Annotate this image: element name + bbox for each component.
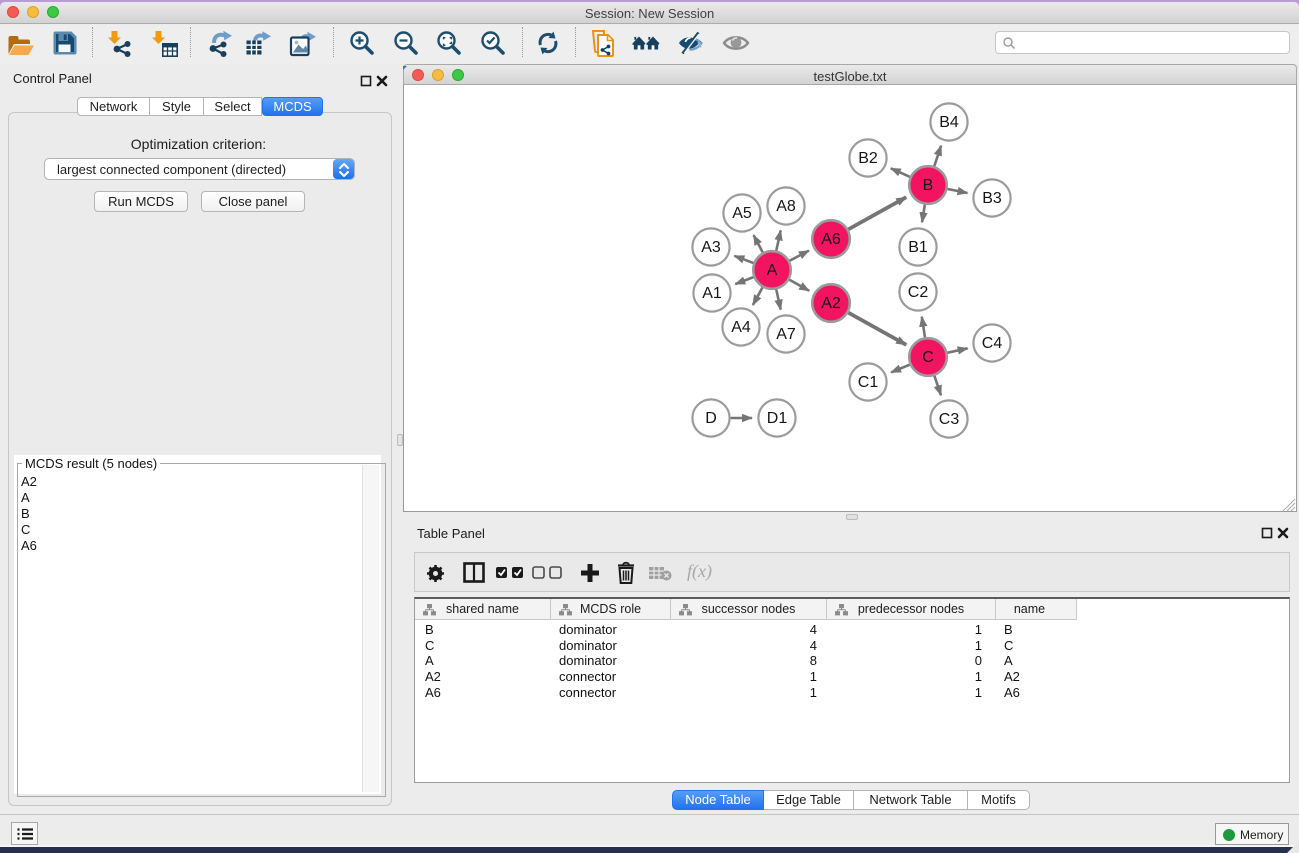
svg-text:B2: B2 bbox=[858, 150, 878, 167]
svg-text:B3: B3 bbox=[982, 190, 1002, 207]
svg-text:B: B bbox=[922, 177, 933, 194]
svg-text:A1: A1 bbox=[702, 285, 722, 302]
svg-text:A7: A7 bbox=[776, 326, 796, 343]
svg-text:C1: C1 bbox=[857, 374, 878, 391]
svg-text:B1: B1 bbox=[908, 239, 928, 256]
svg-text:B4: B4 bbox=[939, 114, 959, 131]
svg-text:A4: A4 bbox=[731, 319, 751, 336]
svg-text:A3: A3 bbox=[701, 239, 721, 256]
svg-text:D1: D1 bbox=[766, 410, 787, 427]
svg-text:D: D bbox=[705, 410, 717, 427]
svg-text:A6: A6 bbox=[821, 231, 841, 248]
svg-text:C3: C3 bbox=[938, 411, 959, 428]
svg-text:A2: A2 bbox=[821, 295, 841, 312]
svg-text:C4: C4 bbox=[981, 335, 1002, 352]
svg-text:A5: A5 bbox=[732, 205, 752, 222]
svg-text:A8: A8 bbox=[776, 198, 796, 215]
svg-text:A: A bbox=[766, 262, 777, 279]
svg-text:C2: C2 bbox=[907, 284, 928, 301]
svg-text:C: C bbox=[922, 349, 934, 366]
